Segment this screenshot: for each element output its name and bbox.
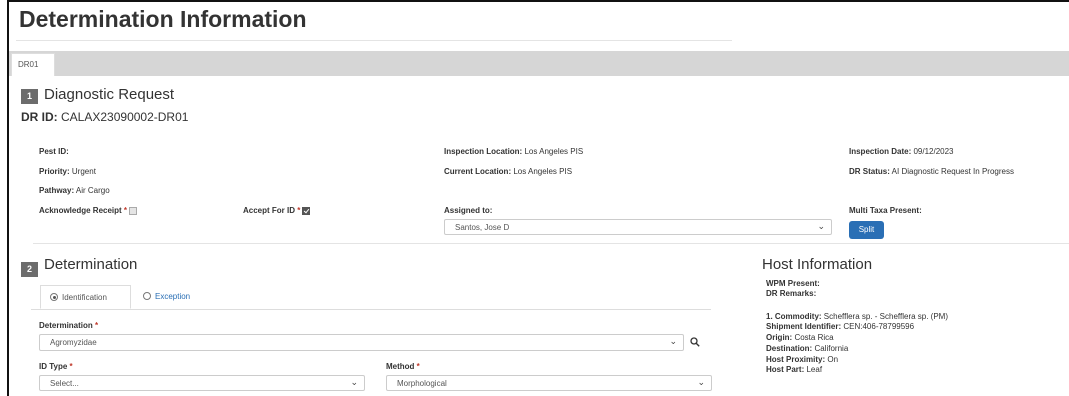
section-number-badge: 2 (21, 262, 38, 277)
inspection-location-label: Inspection Location: (444, 147, 523, 156)
shipment-identifier-value: CEN:406-78799596 (843, 322, 915, 331)
page-title: Determination Information (19, 6, 307, 32)
id-type-select[interactable]: Select... ⌄ (39, 375, 365, 391)
host-part-label: Host Part: (766, 365, 805, 374)
accept-for-id-field: Accept For ID * (243, 206, 311, 215)
host-proximity-value: On (827, 355, 839, 364)
assigned-to-select[interactable]: Santos, Jose D ⌄ (444, 219, 832, 235)
pathway-value: Air Cargo (75, 186, 110, 195)
chevron-down-icon: ⌄ (350, 377, 358, 387)
priority-value: Urgent (71, 167, 96, 176)
tab-dr01[interactable]: DR01 (11, 53, 55, 76)
method-label-text: Method (386, 362, 415, 371)
id-type-value: Select... (50, 379, 79, 388)
multi-taxa-label: Multi Taxa Present: (849, 206, 922, 215)
id-type-field-label: ID Type * (39, 362, 73, 371)
required-marker: * (297, 206, 301, 215)
section-title-diagnostic-request: Diagnostic Request (44, 86, 175, 103)
tab-identification[interactable]: Identification (40, 285, 131, 309)
priority-label: Priority: (39, 167, 70, 176)
inspection-date-label: Inspection Date: (849, 147, 912, 156)
shipment-identifier-label: Shipment Identifier: (766, 322, 842, 331)
title-divider (16, 40, 732, 41)
inspection-location-value: Los Angeles PIS (524, 147, 584, 156)
host-information-title: Host Information (762, 256, 873, 273)
wpm-present: WPM Present: (766, 279, 820, 288)
tab-exception-label: Exception (155, 292, 191, 301)
dr-remarks-label: DR Remarks: (766, 289, 817, 298)
host-proximity-label: Host Proximity: (766, 355, 826, 364)
commodity: 1. Commodity: Schefflera sp. - Scheffler… (766, 312, 948, 321)
tab-identification-label: Identification (62, 293, 107, 302)
chevron-down-icon: ⌄ (817, 221, 825, 231)
section-divider (33, 243, 1069, 244)
origin-label: Origin: (766, 333, 793, 342)
commodity-label: 1. Commodity: (766, 312, 822, 321)
inspection-date-value: 09/12/2023 (913, 147, 954, 156)
assigned-to-label: Assigned to: (444, 206, 492, 215)
tab-bar (9, 51, 1069, 76)
dr-id-label: DR ID: (21, 110, 58, 124)
subtab-divider (31, 309, 711, 310)
required-marker: * (69, 362, 73, 371)
dr-status-label: DR Status: (849, 167, 890, 176)
dr-status-value: AI Diagnostic Request In Progress (891, 167, 1014, 176)
method-value: Morphological (397, 379, 447, 388)
method-select[interactable]: Morphological ⌄ (386, 375, 712, 391)
dr-remarks: DR Remarks: (766, 289, 816, 298)
determination-select[interactable]: Agromyzidae ⌄ (39, 334, 684, 351)
assigned-to-value: Santos, Jose D (455, 223, 510, 232)
current-location-field: Current Location: Los Angeles PIS (444, 167, 572, 176)
radio-selected-icon (50, 293, 58, 301)
current-location-label: Current Location: (444, 167, 512, 176)
destination: Destination: California (766, 344, 848, 353)
current-location-value: Los Angeles PIS (513, 167, 573, 176)
split-button[interactable]: Split (849, 221, 884, 239)
acknowledge-receipt-field: Acknowledge Receipt * (39, 206, 138, 215)
destination-label: Destination: (766, 344, 813, 353)
determination-value: Agromyzidae (50, 338, 97, 347)
id-type-label-text: ID Type (39, 362, 68, 371)
accept-for-id-label: Accept For ID (243, 206, 296, 215)
assigned-to-label-text: Assigned to: (444, 206, 493, 215)
required-marker: * (416, 362, 420, 371)
section-number-badge: 1 (21, 89, 38, 104)
host-part: Host Part: Leaf (766, 365, 822, 374)
origin: Origin: Costa Rica (766, 333, 834, 342)
section-title-determination: Determination (44, 256, 138, 273)
accept-for-id-checkbox[interactable] (302, 206, 311, 215)
shipment-identifier: Shipment Identifier: CEN:406-78799596 (766, 322, 914, 331)
host-proximity: Host Proximity: On (766, 355, 838, 364)
pest-id-label: Pest ID: (39, 147, 69, 156)
acknowledge-receipt-checkbox[interactable] (129, 206, 138, 215)
required-marker: * (95, 321, 99, 330)
dr-id-value: CALAX23090002-DR01 (61, 110, 189, 124)
chevron-down-icon: ⌄ (669, 336, 677, 346)
destination-value: California (814, 344, 849, 353)
determination-tabs: Identification Exception (40, 285, 206, 309)
determination-label-text: Determination (39, 321, 93, 330)
search-icon[interactable] (690, 337, 700, 347)
origin-value: Costa Rica (794, 333, 834, 342)
required-marker: * (123, 206, 128, 215)
dr-status-field: DR Status: AI Diagnostic Request In Prog… (849, 167, 1014, 176)
priority-field: Priority: Urgent (39, 167, 96, 176)
inspection-date-field: Inspection Date: 09/12/2023 (849, 147, 954, 156)
pest-id-field: Pest ID: (39, 147, 69, 156)
inspection-location-field: Inspection Location: Los Angeles PIS (444, 147, 583, 156)
commodity-value: Schefflera sp. - Schefflera sp. (PM) (823, 312, 948, 321)
host-part-value: Leaf (806, 365, 823, 374)
acknowledge-receipt-label: Acknowledge Receipt (39, 206, 122, 215)
pathway-label: Pathway: (39, 186, 75, 195)
pathway-field: Pathway: Air Cargo (39, 186, 110, 195)
dr-id: DR ID: CALAX23090002-DR01 (21, 110, 188, 124)
chevron-down-icon: ⌄ (697, 377, 705, 387)
method-field-label: Method * (386, 362, 420, 371)
determination-field-label: Determination * (39, 321, 98, 330)
radio-unselected-icon (143, 292, 151, 300)
tab-exception[interactable]: Exception (134, 285, 206, 309)
wpm-present-label: WPM Present: (766, 279, 820, 288)
multi-taxa-label-text: Multi Taxa Present: (849, 206, 922, 215)
